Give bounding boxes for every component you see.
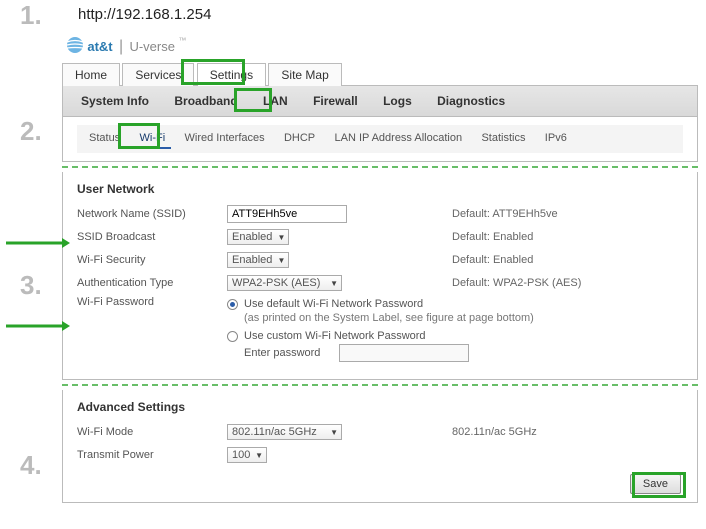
- step-4-label: 4.: [20, 450, 42, 481]
- wifi-mode-right: 802.11n/ac 5GHz: [452, 426, 683, 438]
- terttab-statistics[interactable]: Statistics: [475, 129, 531, 147]
- security-label: Wi-Fi Security: [77, 254, 227, 266]
- arrow-password: [6, 320, 70, 332]
- ssid-input[interactable]: [227, 205, 347, 223]
- ssid-default: Default: ATT9EHh5ve: [452, 208, 683, 220]
- subtab-broadband[interactable]: Broadband: [166, 92, 245, 110]
- wifi-mode-label: Wi-Fi Mode: [77, 426, 227, 438]
- password-hint: (as printed on the System Label, see fig…: [244, 312, 683, 324]
- separator-2: [62, 384, 698, 386]
- radio-default-password-label: Use default Wi-Fi Network Password: [244, 298, 423, 310]
- tab-services[interactable]: Services: [122, 63, 194, 86]
- terttab-lanip[interactable]: LAN IP Address Allocation: [328, 129, 468, 147]
- advanced-settings-section: Advanced Settings Wi-Fi Mode 802.11n/ac …: [62, 390, 698, 503]
- att-globe-icon: [66, 36, 84, 57]
- enter-password-label: Enter password: [244, 347, 339, 359]
- brand-logo-row: at&t | U-verse ™: [62, 32, 698, 62]
- terttab-wifi[interactable]: Wi-Fi: [134, 129, 172, 149]
- separator-1: [62, 166, 698, 168]
- terttab-dhcp[interactable]: DHCP: [278, 129, 321, 147]
- tertiary-tab-wrap: Status Wi-Fi Wired Interfaces DHCP LAN I…: [62, 117, 698, 162]
- tab-settings[interactable]: Settings: [197, 63, 266, 86]
- step-2-label: 2.: [20, 116, 42, 147]
- transmit-power-select[interactable]: 100: [227, 447, 267, 463]
- transmit-power-label: Transmit Power: [77, 449, 227, 461]
- radio-custom-password[interactable]: [227, 331, 238, 342]
- step-3-label: 3.: [20, 270, 42, 301]
- broadcast-label: SSID Broadcast: [77, 231, 227, 243]
- save-button[interactable]: Save: [630, 474, 681, 494]
- auth-select[interactable]: WPA2-PSK (AES): [227, 275, 342, 291]
- enter-password-input[interactable]: [339, 344, 469, 362]
- tab-sitemap[interactable]: Site Map: [268, 63, 341, 86]
- advanced-title: Advanced Settings: [77, 400, 683, 414]
- radio-default-password[interactable]: [227, 299, 238, 310]
- brand-tm: ™: [178, 36, 186, 45]
- security-select[interactable]: Enabled: [227, 252, 289, 268]
- user-network-title: User Network: [77, 182, 683, 196]
- auth-default: Default: WPA2-PSK (AES): [452, 277, 683, 289]
- step-1-label: 1.: [20, 0, 42, 31]
- auth-label: Authentication Type: [77, 277, 227, 289]
- terttab-ipv6[interactable]: IPv6: [539, 129, 573, 147]
- brand-att-text: at&t: [87, 39, 112, 54]
- arrow-ssid: [6, 237, 70, 249]
- ssid-label: Network Name (SSID): [77, 208, 227, 220]
- brand-divider: |: [116, 38, 126, 55]
- subtab-diagnostics[interactable]: Diagnostics: [429, 92, 513, 110]
- subtab-lan[interactable]: LAN: [255, 92, 296, 110]
- terttab-status[interactable]: Status: [83, 129, 126, 147]
- security-default: Default: Enabled: [452, 254, 683, 266]
- sub-tab-bar: System Info Broadband LAN Firewall Logs …: [62, 86, 698, 117]
- password-label: Wi-Fi Password: [77, 296, 227, 308]
- broadcast-default: Default: Enabled: [452, 231, 683, 243]
- wifi-mode-select[interactable]: 802.11n/ac 5GHz: [227, 424, 342, 440]
- tab-home[interactable]: Home: [62, 63, 120, 86]
- subtab-firewall[interactable]: Firewall: [305, 92, 366, 110]
- address-bar-url: http://192.168.1.254: [78, 6, 211, 23]
- user-network-section: User Network Network Name (SSID) Default…: [62, 172, 698, 380]
- brand-uverse-text: U-verse: [129, 39, 175, 54]
- subtab-logs[interactable]: Logs: [375, 92, 420, 110]
- subtab-system-info[interactable]: System Info: [73, 92, 157, 110]
- broadcast-select[interactable]: Enabled: [227, 229, 289, 245]
- main-tab-bar: Home Services Settings Site Map: [62, 62, 698, 86]
- radio-custom-password-label: Use custom Wi-Fi Network Password: [244, 330, 426, 342]
- terttab-wired[interactable]: Wired Interfaces: [179, 129, 271, 147]
